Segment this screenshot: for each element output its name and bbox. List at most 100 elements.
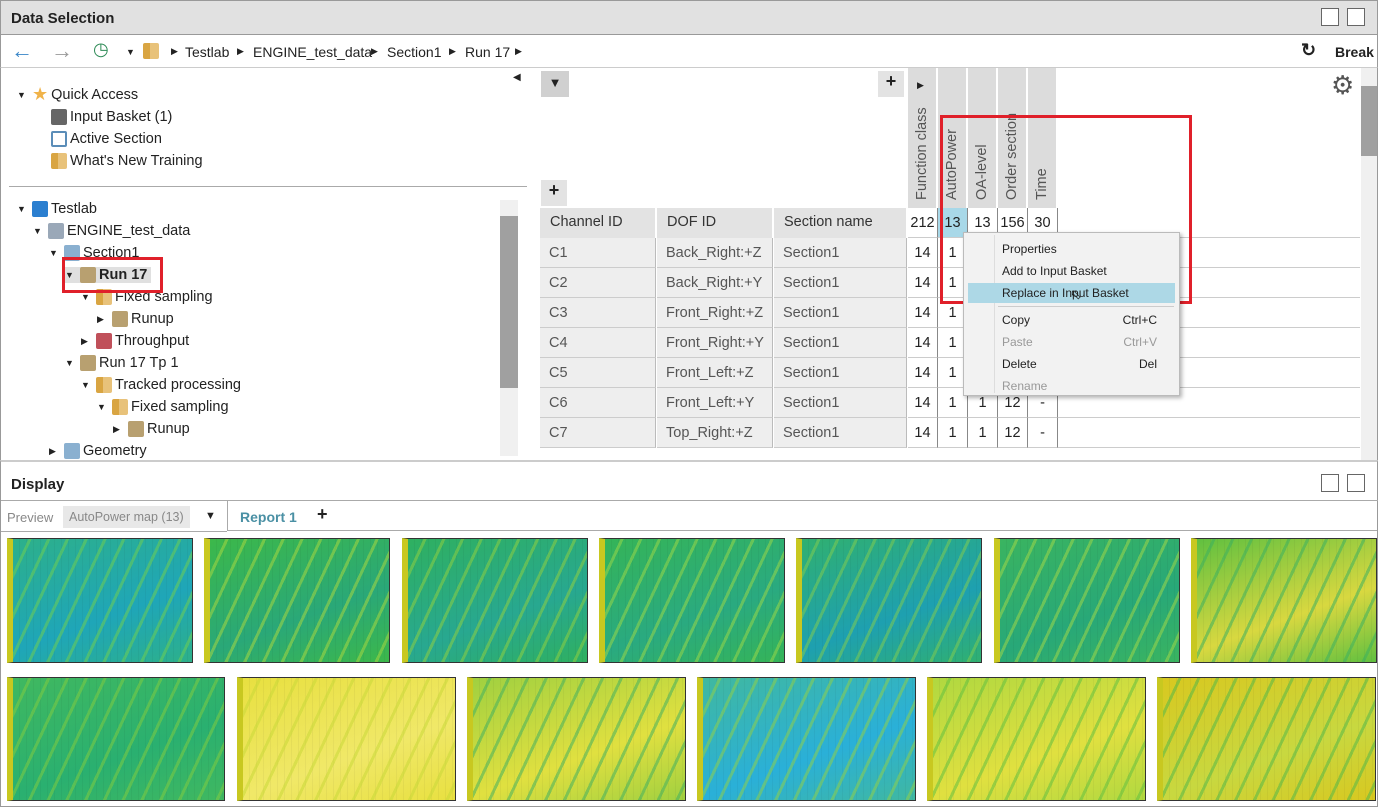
count-cell[interactable]: 12: [998, 418, 1028, 448]
tree-item[interactable]: ▶ Runup: [113, 421, 190, 437]
history-icon[interactable]: ◷: [93, 39, 109, 60]
table-cell[interactable]: Back_Right:+Y: [657, 268, 773, 298]
count-cell[interactable]: 14: [908, 358, 938, 388]
autopower-map-thumbnail[interactable]: [237, 677, 456, 801]
autopower-map-thumbnail[interactable]: [927, 677, 1146, 801]
column-header[interactable]: DOF ID: [657, 208, 773, 238]
expand-toggle[interactable]: ▼: [33, 226, 45, 236]
tree-item[interactable]: ▼ Run 17 Tp 1: [65, 355, 179, 371]
autopower-map-thumbnail[interactable]: [1157, 677, 1376, 801]
autopower-map-thumbnail[interactable]: [598, 538, 785, 663]
autopower-map-thumbnail[interactable]: [7, 538, 193, 663]
expand-toggle[interactable]: ▼: [49, 248, 61, 258]
forward-arrow-icon[interactable]: →: [51, 38, 73, 64]
menu-item-add-to-input-basket[interactable]: Add to Input Basket: [968, 261, 1175, 281]
breadcrumb-section[interactable]: Section1: [387, 44, 441, 60]
expand-toggle[interactable]: ▶: [113, 424, 125, 435]
autopower-map-thumbnail[interactable]: [401, 538, 588, 663]
tree-item[interactable]: ▶ Geometry: [49, 443, 147, 459]
count-cell[interactable]: 14: [908, 268, 938, 298]
count-cell[interactable]: 1: [938, 418, 968, 448]
preview-dropdown-icon[interactable]: ▼: [205, 510, 216, 522]
table-cell[interactable]: Front_Left:+Z: [657, 358, 773, 388]
table-cell[interactable]: Section1: [774, 418, 907, 448]
table-cell[interactable]: Back_Right:+Z: [657, 238, 773, 268]
menu-item-rename[interactable]: Rename: [968, 376, 1175, 396]
menu-item-delete[interactable]: Delete Del: [968, 354, 1175, 374]
tree-scrollbar[interactable]: [500, 200, 518, 456]
table-cell[interactable]: C4: [540, 328, 656, 358]
scroll-thumb[interactable]: [1361, 86, 1377, 156]
expand-toggle[interactable]: ▼: [17, 204, 29, 214]
quick-item-input-basket[interactable]: Input Basket (1): [51, 109, 172, 125]
preview-select[interactable]: AutoPower map (13): [63, 506, 190, 528]
table-cell[interactable]: Front_Left:+Y: [657, 388, 773, 418]
history-dropdown-icon[interactable]: ▼: [126, 47, 135, 57]
expand-toggle[interactable]: ▶: [49, 446, 61, 457]
scroll-thumb[interactable]: [500, 216, 518, 388]
table-cell[interactable]: Section1: [774, 268, 907, 298]
count-cell[interactable]: 1: [968, 418, 998, 448]
column-header[interactable]: Section name: [774, 208, 907, 238]
filter-icon[interactable]: ▼: [541, 71, 569, 97]
table-cell[interactable]: C2: [540, 268, 656, 298]
count-cell[interactable]: 14: [908, 298, 938, 328]
back-arrow-icon[interactable]: ←: [11, 38, 33, 64]
maximize-button[interactable]: [1347, 474, 1365, 492]
table-cell[interactable]: Section1: [774, 358, 907, 388]
count-cell[interactable]: 14: [908, 388, 938, 418]
expand-toggle[interactable]: ▶: [81, 336, 93, 347]
autopower-map-thumbnail[interactable]: [796, 538, 983, 663]
table-cell[interactable]: C7: [540, 418, 656, 448]
quick-item-active-section[interactable]: Active Section: [51, 131, 162, 147]
expand-toggle[interactable]: ▼: [65, 358, 77, 368]
table-cell[interactable]: C6: [540, 388, 656, 418]
tree-item[interactable]: ▼ Fixed sampling: [97, 399, 229, 415]
expand-toggle[interactable]: ▼: [97, 402, 109, 412]
refresh-icon[interactable]: ↻: [1301, 40, 1316, 61]
total-cell[interactable]: 212: [908, 208, 938, 238]
autopower-map-thumbnail[interactable]: [467, 677, 686, 801]
tree-item[interactable]: ▼ Tracked processing: [81, 377, 241, 393]
tab-report-1[interactable]: Report 1: [240, 509, 297, 525]
table-cell[interactable]: C3: [540, 298, 656, 328]
tree-item[interactable]: ▼ Testlab: [17, 201, 97, 217]
expand-toggle[interactable]: ▶: [97, 314, 109, 325]
add-column-button[interactable]: +: [878, 71, 904, 97]
quick-access[interactable]: ▼ ★ Quick Access: [17, 84, 138, 105]
menu-item-copy[interactable]: Copy Ctrl+C: [968, 310, 1175, 330]
breadcrumb-testlab[interactable]: Testlab: [185, 44, 229, 60]
table-cell[interactable]: C1: [540, 238, 656, 268]
expand-toggle[interactable]: ▼: [81, 292, 93, 302]
collapse-pane-icon[interactable]: ◀: [513, 72, 521, 83]
menu-item-properties[interactable]: Properties: [968, 239, 1175, 259]
add-row-button[interactable]: +: [541, 180, 567, 206]
crumb-expand[interactable]: ▶: [515, 46, 522, 57]
autopower-map-thumbnail[interactable]: [1190, 538, 1377, 663]
autopower-map-thumbnail[interactable]: [993, 538, 1180, 663]
table-cell[interactable]: Section1: [774, 388, 907, 418]
table-cell[interactable]: Section1: [774, 238, 907, 268]
add-tab-button[interactable]: +: [317, 504, 328, 525]
table-cell[interactable]: Top_Right:+Z: [657, 418, 773, 448]
breadcrumb-engine[interactable]: ENGINE_test_data: [253, 44, 372, 60]
autopower-map-thumbnail[interactable]: [204, 538, 391, 663]
breadcrumb-run[interactable]: Run 17: [465, 44, 510, 60]
column-header[interactable]: Channel ID: [540, 208, 656, 238]
tree-item[interactable]: ▶ Runup: [97, 311, 174, 327]
expand-toggle[interactable]: ▼: [81, 380, 93, 390]
split-view-button[interactable]: [1321, 474, 1339, 492]
table-scrollbar[interactable]: [1361, 68, 1377, 460]
table-cell[interactable]: Front_Right:+Y: [657, 328, 773, 358]
count-cell[interactable]: 14: [908, 328, 938, 358]
expand-columns-icon[interactable]: ▶: [917, 80, 924, 91]
autopower-map-thumbnail[interactable]: [697, 677, 916, 801]
table-cell[interactable]: Section1: [774, 328, 907, 358]
count-cell[interactable]: 14: [908, 418, 938, 448]
count-cell[interactable]: 14: [908, 238, 938, 268]
break-button[interactable]: Break: [1335, 44, 1374, 60]
tree-item[interactable]: ▼ ENGINE_test_data: [33, 223, 190, 239]
quick-item-whats-new[interactable]: What's New Training: [51, 153, 203, 169]
table-cell[interactable]: Front_Right:+Z: [657, 298, 773, 328]
menu-item-paste[interactable]: Paste Ctrl+V: [968, 332, 1175, 352]
